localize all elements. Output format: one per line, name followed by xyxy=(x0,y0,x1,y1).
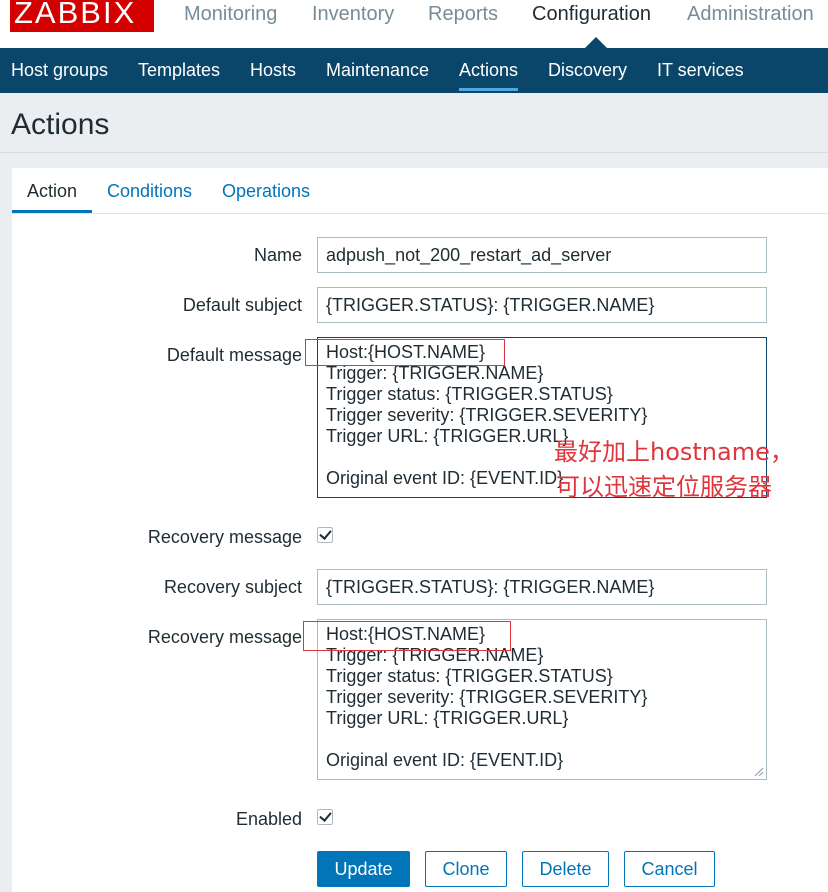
menu-administration[interactable]: Administration xyxy=(687,3,814,26)
enabled-label: Enabled xyxy=(235,809,302,829)
submenu-host-groups[interactable]: Host groups xyxy=(11,60,108,81)
recovery-message-line: Original event ID: {EVENT.ID} xyxy=(326,750,564,770)
active-menu-caret xyxy=(585,37,607,48)
default-subject-label: Default subject xyxy=(182,295,302,315)
top-header: ZABBIX Monitoring Inventory Reports Conf… xyxy=(0,0,828,48)
update-button[interactable]: Update xyxy=(317,851,410,887)
active-tab-underline xyxy=(12,210,92,213)
recovery-message-label: Recovery message xyxy=(147,627,302,647)
annotation-note-line1: 最好加上hostname， xyxy=(554,438,794,466)
active-submenu-underline xyxy=(459,88,518,91)
submenu-actions[interactable]: Actions xyxy=(459,60,518,81)
default-subject-input[interactable]: {TRIGGER.STATUS}: {TRIGGER.NAME} xyxy=(317,287,767,323)
delete-button[interactable]: Delete xyxy=(522,851,609,887)
recovery-message-line: Trigger status: {TRIGGER.STATUS} xyxy=(326,666,613,686)
recovery-subject-label: Recovery subject xyxy=(163,577,302,597)
recovery-subject-input[interactable]: {TRIGGER.STATUS}: {TRIGGER.NAME} xyxy=(317,569,767,605)
recovery-message-checkbox[interactable] xyxy=(317,527,333,543)
default-message-label: Default message xyxy=(166,345,302,365)
highlight-box-default xyxy=(305,339,505,366)
tab-conditions[interactable]: Conditions xyxy=(107,181,192,202)
default-message-line: Trigger status: {TRIGGER.STATUS} xyxy=(326,384,613,404)
sub-menu: Host groups Templates Hosts Maintenance … xyxy=(0,48,828,93)
recovery-enabled-label: Recovery message xyxy=(147,527,302,547)
form-tabs: Action Conditions Operations xyxy=(12,168,828,214)
submenu-discovery[interactable]: Discovery xyxy=(548,60,627,81)
recovery-message-line: Trigger URL: {TRIGGER.URL} xyxy=(326,708,569,728)
resize-handle-icon[interactable] xyxy=(754,767,764,777)
tab-action[interactable]: Action xyxy=(27,181,77,202)
annotation-note-line2: 可以迅速定位服务器 xyxy=(556,473,772,501)
tab-operations[interactable]: Operations xyxy=(222,181,310,202)
highlight-box-recovery xyxy=(303,621,511,651)
recovery-message-line: Trigger severity: {TRIGGER.SEVERITY} xyxy=(326,687,648,707)
submenu-it-services[interactable]: IT services xyxy=(657,60,744,81)
zabbix-logo[interactable]: ZABBIX xyxy=(10,0,154,32)
clone-button[interactable]: Clone xyxy=(425,851,507,887)
menu-reports[interactable]: Reports xyxy=(428,3,498,26)
enabled-checkbox[interactable] xyxy=(317,809,333,825)
default-message-line: Trigger severity: {TRIGGER.SEVERITY} xyxy=(326,405,648,425)
submenu-maintenance[interactable]: Maintenance xyxy=(326,60,429,81)
title-divider xyxy=(0,152,828,153)
menu-monitoring[interactable]: Monitoring xyxy=(184,3,277,26)
menu-inventory[interactable]: Inventory xyxy=(312,3,394,26)
menu-configuration[interactable]: Configuration xyxy=(532,3,651,26)
cancel-button[interactable]: Cancel xyxy=(624,851,715,887)
name-label: Name xyxy=(253,245,302,265)
default-message-line: Trigger: {TRIGGER.NAME} xyxy=(326,363,544,383)
submenu-templates[interactable]: Templates xyxy=(138,60,220,81)
recovery-message-line xyxy=(326,729,758,750)
name-input[interactable]: adpush_not_200_restart_ad_server xyxy=(317,237,767,273)
page-title: Actions xyxy=(11,108,110,141)
submenu-hosts[interactable]: Hosts xyxy=(250,60,296,81)
